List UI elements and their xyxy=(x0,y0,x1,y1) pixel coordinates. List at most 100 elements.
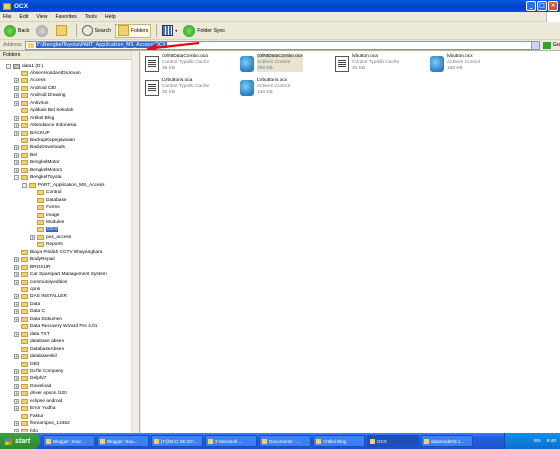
minimize-button[interactable]: _ xyxy=(526,1,536,11)
file-meta: lvbutton.oca Control Typelib Cache 30 KB xyxy=(352,54,399,72)
file-item[interactable]: ctrlNtDataCombo.ocx ActiveX Control 268 KB xyxy=(240,54,340,76)
collapse-icon[interactable]: - xyxy=(14,175,19,181)
forward-arrow-icon xyxy=(35,24,48,37)
menu-file[interactable]: File xyxy=(3,14,11,20)
collapse-icon[interactable]: - xyxy=(22,182,27,188)
file-item[interactable]: LVbuttons.ocx ActiveX Control 140 KB xyxy=(240,78,340,100)
tree-item-label: driver epson l120 xyxy=(30,391,67,397)
back-button[interactable]: Back xyxy=(2,24,32,38)
folders-scrollbar[interactable] xyxy=(131,51,139,433)
forward-button[interactable] xyxy=(34,24,52,38)
expand-icon[interactable]: + xyxy=(14,406,19,412)
expand-icon[interactable]: + xyxy=(14,115,19,121)
expand-icon[interactable]: + xyxy=(14,398,19,404)
folder-icon xyxy=(21,287,28,292)
tree-item-label: BengkelMotor xyxy=(30,160,60,166)
expand-icon[interactable]: + xyxy=(14,428,19,432)
expand-icon[interactable]: + xyxy=(14,130,19,136)
expand-icon[interactable]: + xyxy=(14,301,19,307)
taskbar-button[interactable]: Blogger: Sou... xyxy=(97,435,149,447)
expand-icon[interactable]: + xyxy=(14,78,19,84)
up-button[interactable] xyxy=(54,24,71,38)
file-item[interactable]: ctrlNtDataCombo.oca Control Typelib Cache… xyxy=(145,54,245,76)
views-button[interactable]: ▾ xyxy=(160,24,179,38)
tree-item[interactable]: + foto xyxy=(14,427,38,432)
maximize-button[interactable]: □ xyxy=(537,1,547,11)
taskbar-button-label: Blogger: Sour... xyxy=(53,438,85,444)
expand-icon[interactable]: + xyxy=(14,152,19,158)
language-indicator[interactable]: EN xyxy=(534,439,541,444)
tree-item-label: PART_Application_MS_Access xyxy=(38,182,105,188)
folders-pane-title: Folders xyxy=(3,52,21,58)
expand-icon[interactable]: + xyxy=(30,234,35,240)
expand-icon[interactable]: + xyxy=(14,309,19,315)
views-grid-icon xyxy=(162,25,174,36)
expand-icon[interactable]: + xyxy=(14,376,19,382)
menu-favorites[interactable]: Favorites xyxy=(55,14,76,20)
tree-item-label: Data Recovery Wizard Pro 4.01 xyxy=(30,324,98,330)
expand-icon[interactable]: + xyxy=(14,167,19,173)
folder-icon xyxy=(21,383,28,389)
expand-icon[interactable]: + xyxy=(14,93,19,99)
file-size: 36 KB xyxy=(162,66,176,71)
folder-sync-button[interactable]: Folder Sync xyxy=(181,24,227,38)
folder-icon xyxy=(21,108,28,114)
close-button[interactable]: × xyxy=(548,1,558,11)
expand-icon[interactable]: + xyxy=(14,316,19,322)
expand-icon[interactable]: + xyxy=(14,160,19,166)
menu-tools[interactable]: Tools xyxy=(85,14,97,20)
expand-icon[interactable]: + xyxy=(14,85,19,91)
tree-item-label: BaduDownloads xyxy=(30,145,65,151)
expand-icon[interactable]: + xyxy=(14,331,19,337)
windows-flag-icon xyxy=(5,437,12,445)
menu-view[interactable]: View xyxy=(36,14,47,20)
expand-icon[interactable]: + xyxy=(14,383,19,389)
folder-icon xyxy=(21,167,28,173)
taskbar-button[interactable]: [T@M:C:SE:OC... xyxy=(151,435,203,447)
taskbar-button[interactable]: Artikel Blog xyxy=(313,435,365,447)
file-item[interactable]: LVbuttons.oca Control Typelib Cache 30 KB xyxy=(145,78,245,100)
tree-item-label: BROSUR xyxy=(30,264,51,270)
folders-icon xyxy=(117,25,129,36)
expand-icon[interactable]: + xyxy=(14,391,19,397)
expand-icon[interactable]: + xyxy=(14,100,19,106)
tree-item-label: Forms xyxy=(46,205,60,211)
folders-button[interactable]: Folders xyxy=(114,23,152,38)
file-size: 30 KB xyxy=(352,66,366,71)
expand-icon[interactable]: + xyxy=(14,421,19,427)
tree-item-label: Biaya Pindah CCTV Bhayangkara xyxy=(30,249,103,255)
taskbar-button[interactable]: Document2 - ... xyxy=(259,435,311,447)
tree-item-label: Image xyxy=(46,212,60,218)
expand-icon[interactable]: + xyxy=(14,294,19,300)
folder-icon xyxy=(21,406,28,412)
start-button[interactable]: start xyxy=(0,433,40,449)
file-item[interactable]: lvbutton.ocx ActiveX Control 168 KB xyxy=(430,54,530,76)
expand-icon[interactable]: + xyxy=(14,123,19,129)
menu-help[interactable]: Help xyxy=(105,14,116,20)
tree-item-label: OCX xyxy=(46,227,59,233)
title-bar[interactable]: OCX _ □ × xyxy=(0,0,560,12)
tree-item-label: Reports xyxy=(46,242,63,248)
taskbar-button[interactable]: Blogger: Sour... xyxy=(43,435,95,447)
expand-icon[interactable]: + xyxy=(14,264,19,270)
app-icon xyxy=(370,438,375,444)
expand-icon[interactable]: + xyxy=(14,272,19,278)
file-item[interactable]: lvbutton.oca Control Typelib Cache 30 KB xyxy=(335,54,435,76)
expand-icon[interactable]: + xyxy=(14,368,19,374)
search-button[interactable]: Search xyxy=(80,24,113,38)
expand-icon[interactable]: + xyxy=(14,279,19,285)
menu-edit[interactable]: Edit xyxy=(19,14,28,20)
file-meta: LVbuttons.ocx ActiveX Control 140 KB xyxy=(257,78,290,96)
address-input[interactable]: F:\BengkelToyota\PART_Application_MS_Acc… xyxy=(25,40,540,50)
taskbar-button[interactable]: OCX xyxy=(367,435,419,447)
address-dropdown-button[interactable] xyxy=(530,41,539,49)
expand-icon[interactable]: + xyxy=(14,145,19,151)
go-button[interactable]: Go xyxy=(542,41,560,49)
sync-icon xyxy=(183,24,196,37)
expand-icon[interactable]: + xyxy=(14,257,19,263)
expand-icon[interactable]: + xyxy=(14,354,19,360)
collapse-icon[interactable]: - xyxy=(6,63,11,69)
tree-item-label: databaseskil xyxy=(30,354,57,360)
taskbar-button[interactable]: datamode03.1... xyxy=(421,435,473,447)
taskbar-button[interactable]: 3 Microsoft ... xyxy=(205,435,257,447)
